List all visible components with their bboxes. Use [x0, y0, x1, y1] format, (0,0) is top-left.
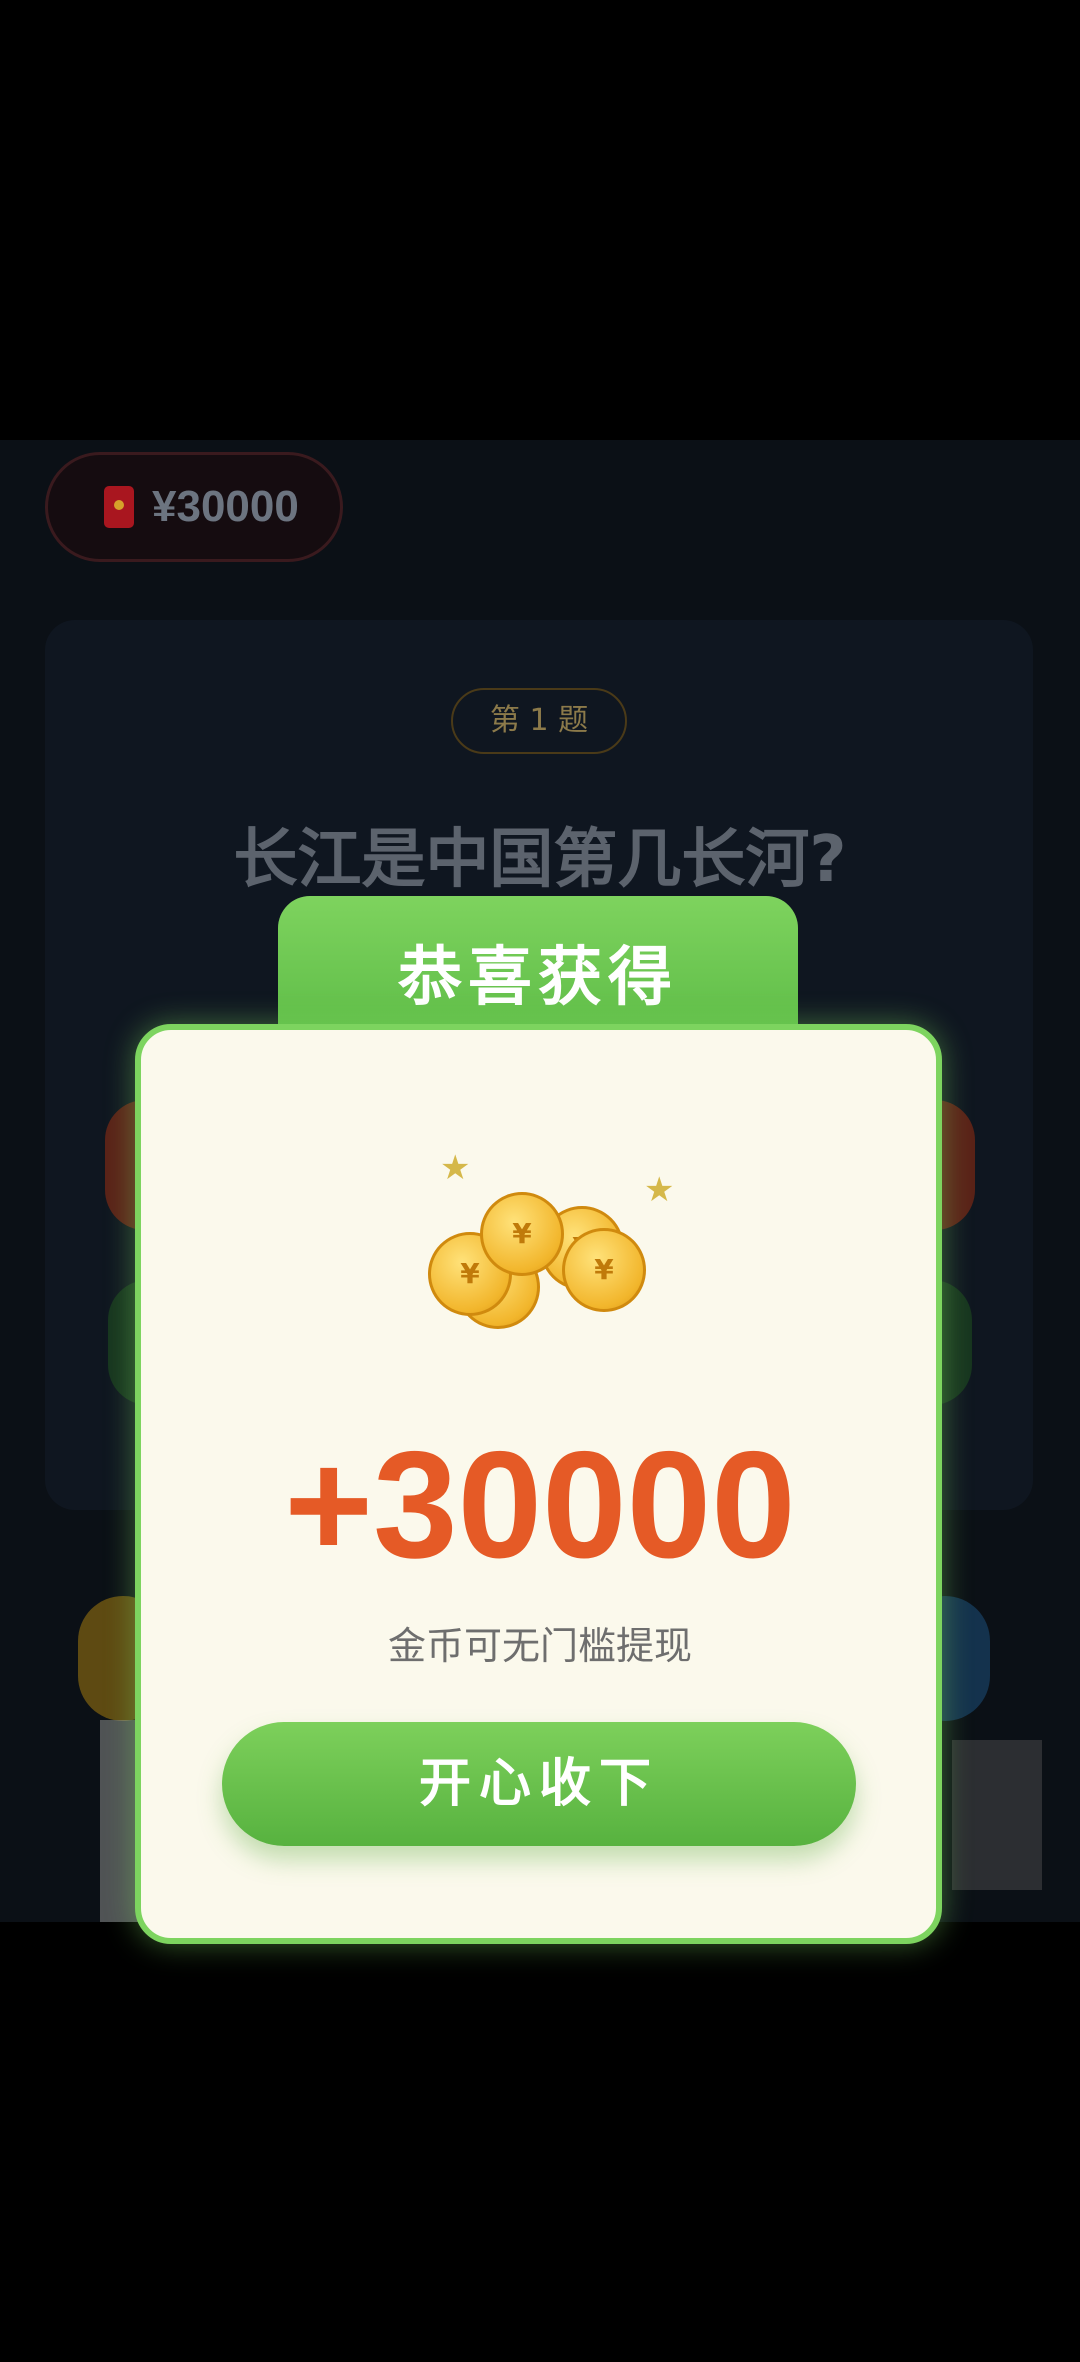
reward-amount: ¥30000 [152, 482, 299, 531]
question-text: 长江是中国第几长河? [233, 823, 847, 897]
coin-icon: ¥ [562, 1228, 646, 1312]
modal-title: 恭喜获得 [398, 941, 678, 1015]
star-icon: ★ [644, 1170, 675, 1210]
reward-balance-pill[interactable]: ¥30000 [45, 452, 343, 562]
coin-icon: ¥ [480, 1192, 564, 1276]
question-number-badge: 第 1 题 [451, 688, 627, 754]
star-icon: ★ [440, 1148, 471, 1188]
reward-amount-large: +30000 [284, 1420, 796, 1590]
background-panel [100, 1720, 140, 1922]
background-panel-right [952, 1740, 1042, 1890]
red-envelope-icon [104, 486, 134, 528]
withdraw-note: 金币可无门槛提现 [387, 1624, 692, 1668]
accept-reward-button[interactable]: 开心收下 [222, 1722, 856, 1846]
